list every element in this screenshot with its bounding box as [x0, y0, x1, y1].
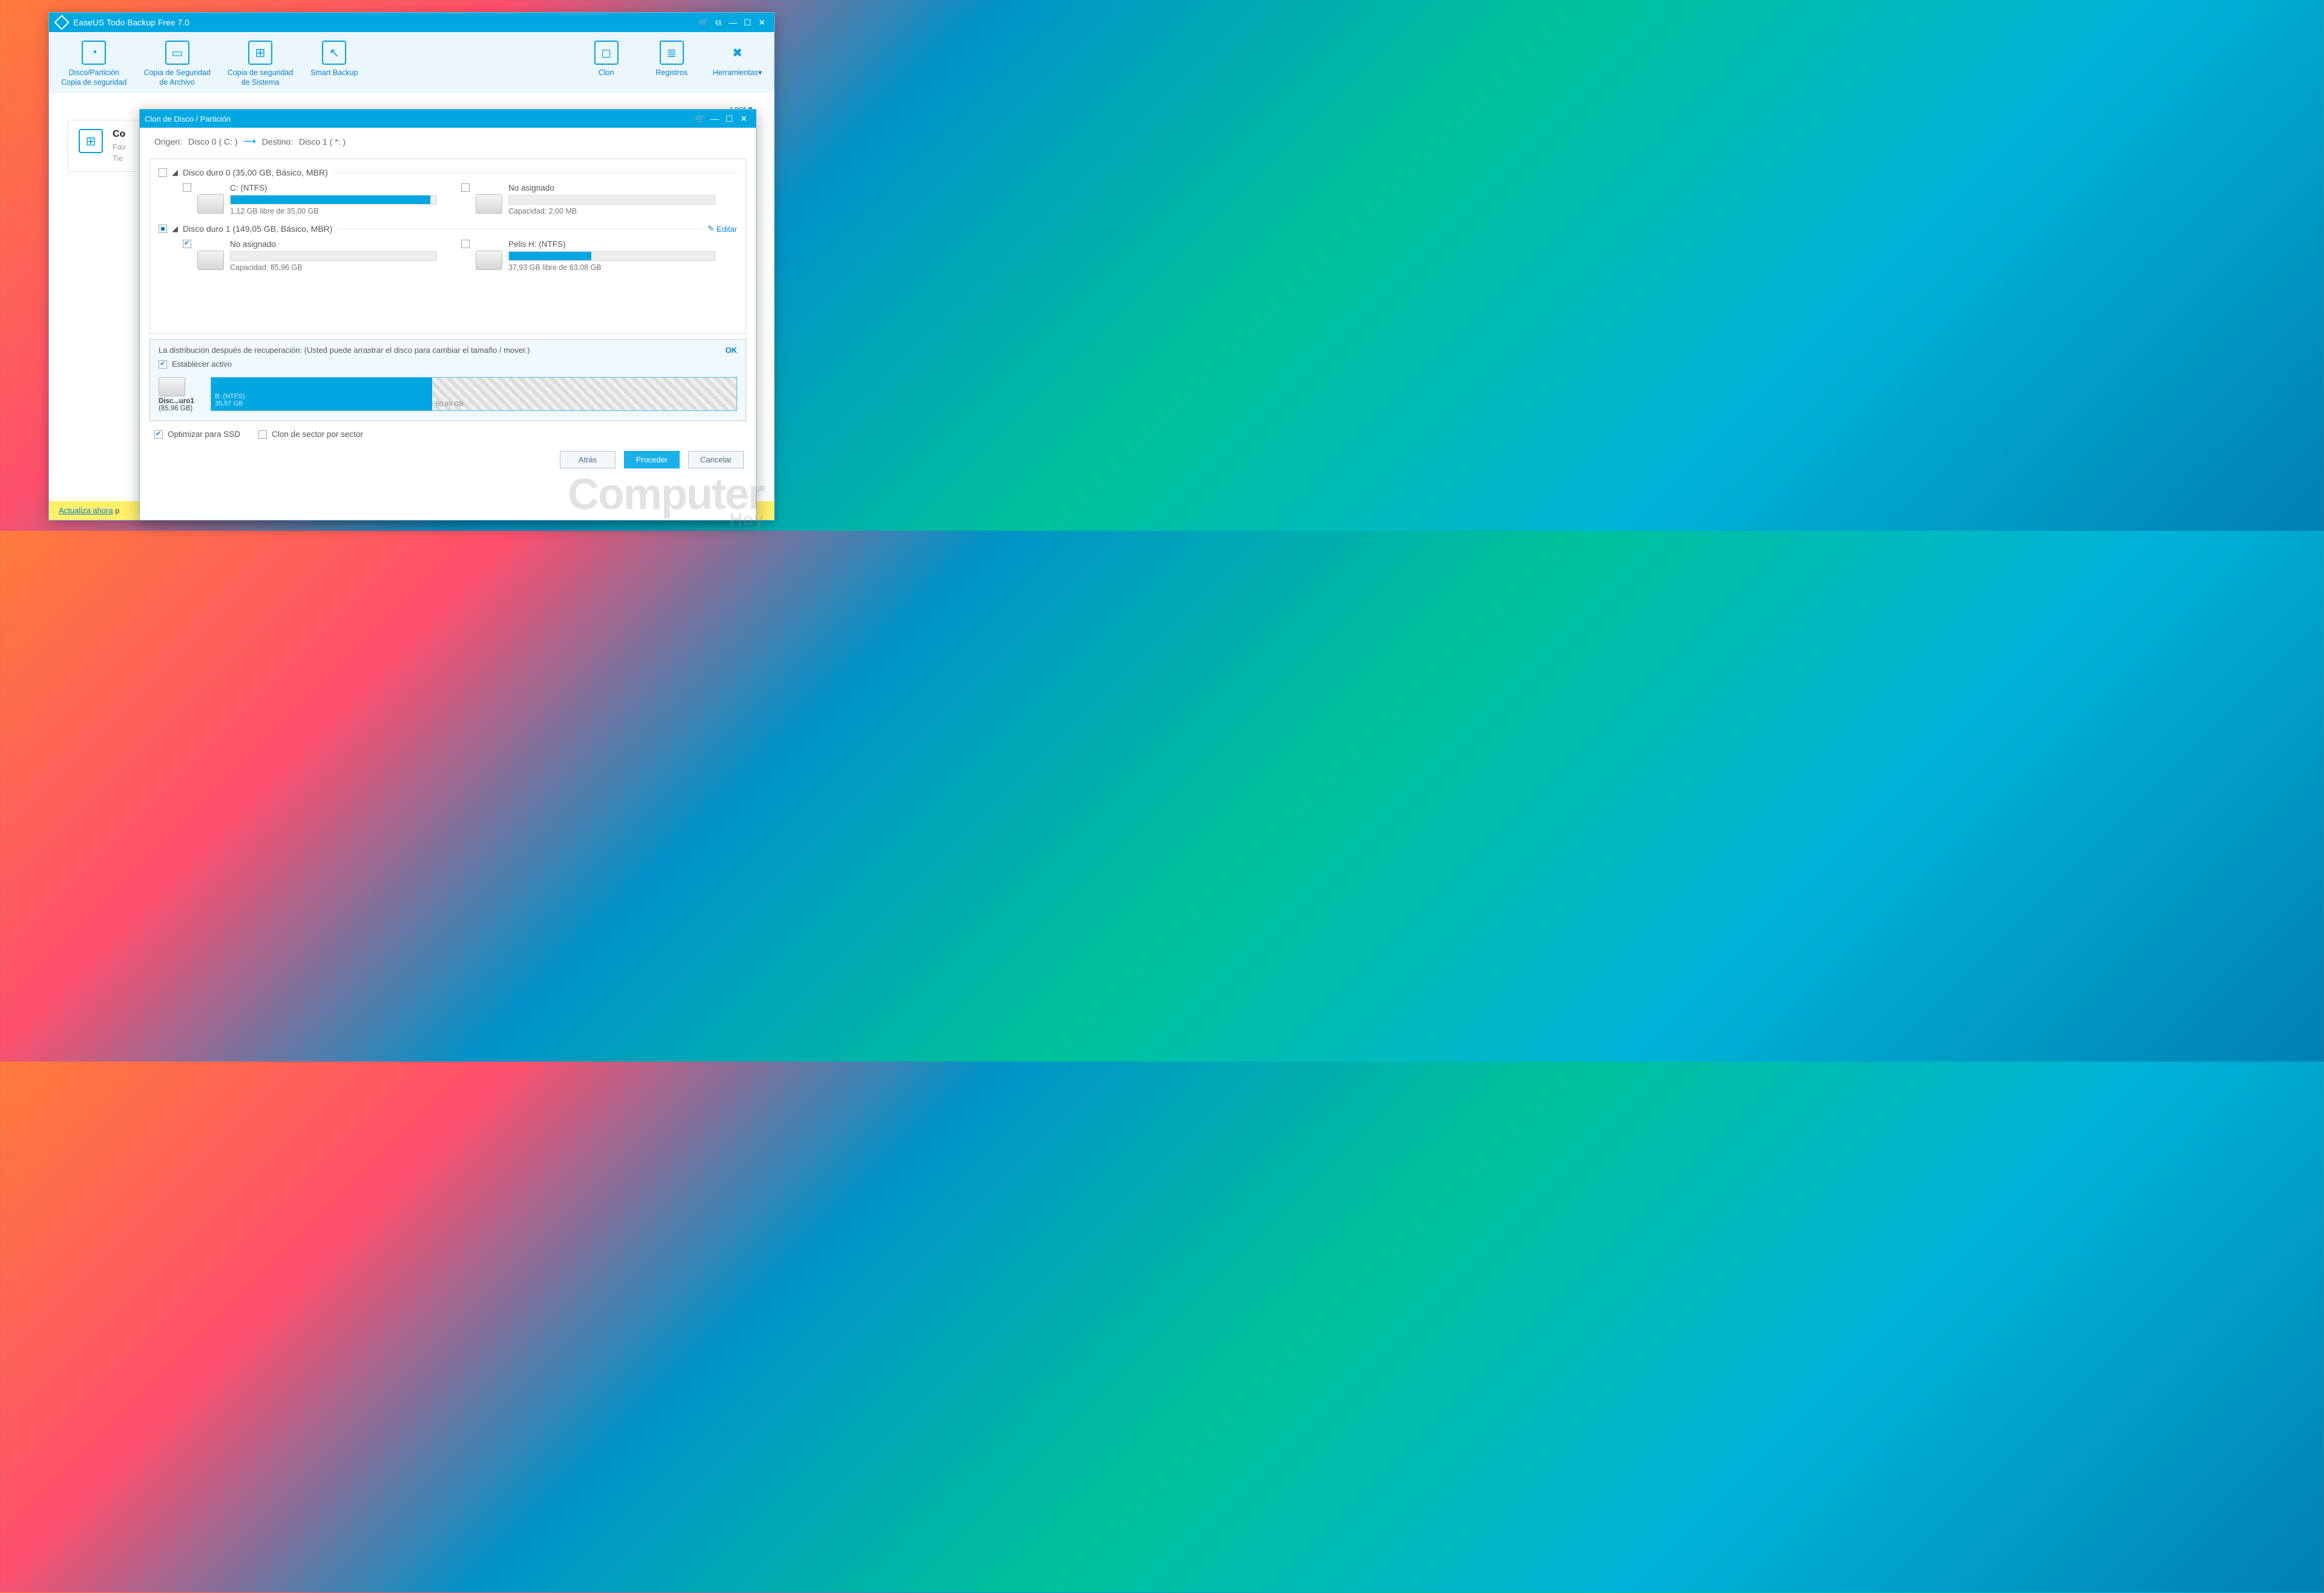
tool-smart-backup[interactable]: ↖ Smart Backup — [310, 41, 358, 87]
proceed-button[interactable]: Proceder — [624, 451, 680, 468]
pencil-icon: ✎ — [707, 224, 714, 234]
tool-disk-partition-backup[interactable]: ◔ Disco/Partición Copia de seguridad — [61, 41, 126, 87]
main-titlebar[interactable]: EaseUS Todo Backup Free 7.0 🛒 ⧉ — ☐ ✕ — [49, 13, 774, 32]
ssd-label: Optimizar para SSD — [168, 430, 240, 439]
card-title: Co — [113, 129, 126, 140]
target-disk-info: Disc...uro1 (85,96 GB) — [159, 377, 205, 412]
card-sub-tie: Tie — [113, 154, 126, 163]
card-sub-fav: Fav — [113, 142, 126, 151]
drive-icon — [197, 251, 224, 270]
clone-options-row: Optimizar para SSD Clon de sector por se… — [140, 421, 756, 447]
minimize-icon[interactable]: — — [726, 15, 740, 30]
collapse-icon[interactable]: ◢ — [172, 224, 178, 234]
disk0-checkbox[interactable] — [159, 168, 167, 177]
dialog-button-row: Atrás Proceder Cancelar — [140, 447, 756, 477]
disk1-header[interactable]: ◢ Disco duro 1 (149,05 GB, Básico, MBR) … — [159, 222, 737, 236]
close-icon[interactable]: ✕ — [737, 111, 751, 126]
layout-after-recovery-panel: La distribución después de recuperación:… — [149, 339, 746, 421]
back-button[interactable]: Atrás — [560, 451, 615, 468]
windows-icon: ⊞ — [79, 129, 103, 153]
layout-segment-b[interactable]: B: (NTFS) 35,57 GB — [211, 378, 432, 410]
dialog-title: Clon de Disco / Partición — [145, 114, 231, 123]
disk0-header[interactable]: ◢ Disco duro 0 (35,00 GB, Básico, MBR) — [159, 165, 737, 180]
ssd-checkbox[interactable] — [154, 430, 163, 439]
app-logo-icon — [54, 15, 69, 30]
disk1-partition-unallocated[interactable]: No asignado Capacidad: 85,96 GB — [183, 240, 437, 272]
disk0-partition-unallocated[interactable]: No asignado Capacidad: 2,00 MB — [461, 183, 715, 215]
usage-bar — [508, 195, 715, 205]
cancel-button[interactable]: Cancelar — [688, 451, 744, 468]
logs-icon: ≣ — [660, 41, 684, 65]
disk-list-panel: ◢ Disco duro 0 (35,00 GB, Básico, MBR) C… — [149, 159, 746, 334]
usage-bar — [230, 251, 437, 261]
popout-icon[interactable]: ⧉ — [711, 15, 726, 30]
maximize-icon[interactable]: ☐ — [740, 15, 755, 30]
cart-icon[interactable]: 🛒 — [697, 15, 711, 30]
tool-file-backup[interactable]: ▭ Copia de Seguridad de Archivo — [143, 41, 211, 87]
sector-label: Clon de sector por sector — [272, 430, 363, 439]
cart-icon[interactable]: 🛒 — [693, 111, 707, 126]
main-toolbar: ◔ Disco/Partición Copia de seguridad ▭ C… — [49, 32, 774, 93]
ok-button[interactable]: OK — [726, 346, 738, 355]
tools-icon: ✖ — [725, 41, 749, 65]
edit-button[interactable]: ✎Editar — [707, 224, 737, 234]
drive-icon — [476, 251, 502, 270]
windows-icon: ⊞ — [248, 41, 272, 65]
tool-clone[interactable]: ◻ Clon — [582, 41, 631, 87]
partition-checkbox[interactable] — [461, 240, 470, 248]
disk1-partition-h[interactable]: Pelis H: (NTFS) 37,93 GB libre de 63,08 … — [461, 240, 715, 272]
disk0-partition-c[interactable]: C: (NTFS) 1,12 GB libre de 35,00 GB — [183, 183, 437, 215]
tool-system-backup[interactable]: ⊞ Copia de seguridad de Sistema — [228, 41, 293, 87]
upgrade-link[interactable]: Actualiza ahora — [59, 506, 113, 515]
disk1-checkbox[interactable] — [159, 225, 167, 233]
partition-checkbox[interactable] — [183, 183, 191, 192]
tool-logs[interactable]: ≣ Registros — [648, 41, 696, 87]
disk-icon: ◔ — [82, 41, 106, 65]
drive-icon — [197, 194, 224, 214]
collapse-icon[interactable]: ◢ — [172, 168, 178, 177]
layout-segment-unallocated[interactable]: 50,89 GB — [432, 378, 737, 410]
arrow-right-icon: ⟶ — [244, 136, 256, 146]
folder-icon: ▭ — [165, 41, 189, 65]
usage-bar — [508, 251, 715, 261]
destination-label: Destino: — [262, 137, 293, 146]
set-active-checkbox[interactable] — [159, 360, 167, 369]
partition-checkbox[interactable] — [183, 240, 191, 248]
drive-icon — [159, 377, 185, 396]
app-title: EaseUS Todo Backup Free 7.0 — [73, 18, 189, 27]
dialog-titlebar[interactable]: Clon de Disco / Partición 🛒 — ☐ ✕ — [140, 110, 756, 128]
source-destination-row: Origen: Disco 0 ( C: ) ⟶ Destino: Disco … — [140, 128, 756, 155]
maximize-icon[interactable]: ☐ — [722, 111, 737, 126]
set-active-label: Establecer activo — [172, 360, 232, 369]
layout-description: La distribución después de recuperación:… — [159, 346, 530, 355]
tool-tools[interactable]: ✖ Herramientas▾ — [713, 41, 762, 87]
clone-dialog: Clon de Disco / Partición 🛒 — ☐ ✕ Origen… — [139, 109, 757, 521]
source-label: Origen: — [154, 137, 182, 146]
partition-layout-strip[interactable]: B: (NTFS) 35,57 GB 50,89 GB — [211, 377, 737, 411]
partition-checkbox[interactable] — [461, 183, 470, 192]
drive-icon — [476, 194, 502, 214]
sector-checkbox[interactable] — [258, 430, 267, 439]
clone-icon: ◻ — [594, 41, 619, 65]
close-icon[interactable]: ✕ — [755, 15, 769, 30]
usage-bar — [230, 195, 437, 205]
cursor-icon: ↖ — [322, 41, 346, 65]
minimize-icon[interactable]: — — [707, 111, 722, 126]
source-value: Disco 0 ( C: ) — [188, 137, 238, 146]
destination-value: Disco 1 ( *: ) — [299, 137, 346, 146]
